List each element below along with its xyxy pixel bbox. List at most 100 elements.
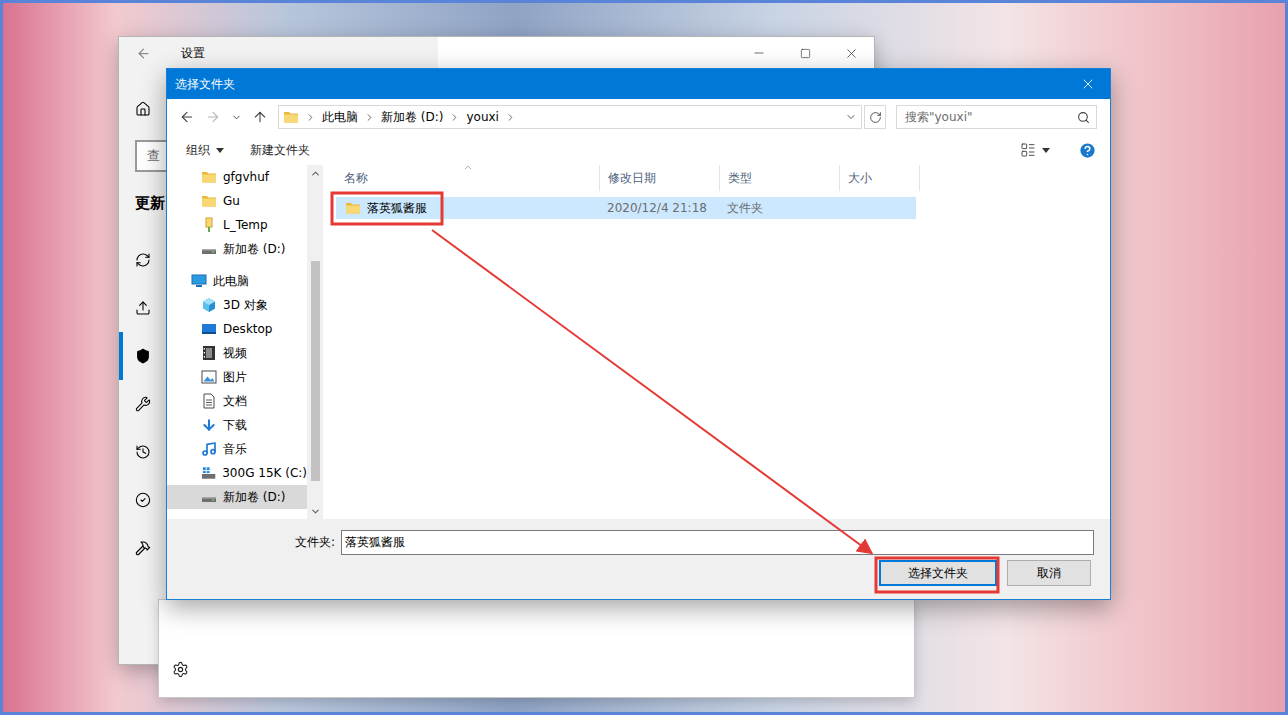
toolbar-button[interactable]: 组织 — [186, 142, 224, 159]
dialog-footer: 文件夹:落英狐酱服选择文件夹取消 — [167, 519, 1110, 599]
back-arrow-icon[interactable] — [136, 46, 151, 61]
separator-icon — [364, 112, 375, 123]
forward-icon — [205, 109, 221, 125]
select-folder-button[interactable]: 选择文件夹 — [879, 560, 997, 586]
file-row[interactable]: 落英狐酱服2020/12/4 21:18文件夹 — [336, 197, 916, 219]
tree-item[interactable]: 3D 对象 — [167, 293, 307, 317]
tree-item[interactable]: 新加卷 (D:) — [167, 485, 307, 509]
refresh-button[interactable] — [864, 105, 886, 129]
scroll-up-icon — [310, 168, 321, 179]
breadcrumb-item[interactable]: 新加卷 (D:) — [381, 109, 443, 126]
tree-item[interactable]: 300G 15K (C:) — [167, 461, 307, 485]
toolbar: 组织 新建文件夹 — [167, 135, 1110, 165]
gear-icon[interactable] — [172, 661, 189, 678]
minimize-button[interactable] — [736, 37, 782, 69]
close-icon — [1080, 76, 1096, 92]
tree-item[interactable]: 文档 — [167, 389, 307, 413]
tree-item[interactable]: 音乐 — [167, 437, 307, 461]
address-folder-icon — [283, 110, 299, 124]
tree-item[interactable]: gfgvhuf — [167, 165, 307, 189]
dialog-body: gfgvhufGuL_Temp新加卷 (D:)此电脑3D 对象Desktop视频… — [167, 165, 1110, 519]
breadcrumb-item[interactable]: 此电脑 — [322, 109, 358, 126]
annotation-arrow — [432, 230, 870, 552]
document-icon — [201, 393, 217, 409]
tree-item[interactable]: 下载 — [167, 413, 307, 437]
scrollbar[interactable] — [307, 165, 323, 519]
sort-icon — [462, 162, 473, 173]
cube-icon — [201, 297, 217, 313]
column-header: 名称修改日期类型大小 — [336, 165, 1110, 191]
folder-icon — [201, 194, 217, 208]
tree-item[interactable]: 视频 — [167, 341, 307, 365]
video-icon — [201, 345, 217, 361]
file-size — [839, 198, 913, 218]
minimize-icon — [752, 46, 766, 60]
special-folder-icon — [201, 217, 217, 233]
column-header-cell[interactable]: 大小 — [840, 165, 920, 191]
drive-icon — [201, 489, 217, 505]
view-button[interactable] — [1020, 142, 1050, 158]
folder-field-row: 文件夹:落英狐酱服 — [167, 530, 1094, 555]
desktop: 设置查更新选择文件夹此电脑新加卷 (D:)youxi搜索"youxi"组织新建文… — [0, 0, 1288, 715]
cancel-button[interactable]: 取消 — [1007, 560, 1091, 586]
search-box[interactable]: 搜索"youxi" — [896, 105, 1097, 129]
tools-icon — [135, 540, 151, 556]
music-icon — [201, 441, 217, 457]
highlight-box — [332, 193, 442, 224]
scroll-down-icon — [310, 506, 321, 517]
scroll-thumb[interactable] — [311, 261, 320, 481]
tree-item[interactable]: 新加卷 (D:) — [167, 237, 307, 261]
wrench-icon — [135, 396, 151, 412]
tree-item[interactable]: Gu — [167, 189, 307, 213]
tree-item[interactable]: 此电脑 — [167, 269, 307, 293]
forward-button[interactable] — [205, 109, 221, 125]
drive-icon — [201, 241, 217, 257]
chevron-down-icon — [231, 112, 242, 123]
check-icon — [135, 492, 151, 508]
separator-icon — [449, 112, 460, 123]
column-header-cell[interactable]: 类型 — [720, 165, 840, 191]
home-icon — [135, 101, 151, 117]
folder-icon — [345, 201, 361, 215]
chevron-down-icon[interactable] — [845, 111, 857, 123]
back-button[interactable] — [179, 109, 195, 125]
dropdown-icon — [216, 148, 224, 153]
recent-button[interactable] — [231, 112, 242, 123]
dialog-title: 选择文件夹 — [175, 76, 235, 93]
address-bar[interactable]: 此电脑 新加卷 (D:) youxi — [278, 105, 862, 129]
close-button[interactable] — [828, 37, 874, 69]
tree-item[interactable]: Desktop — [167, 317, 307, 341]
settings-title: 设置 — [181, 45, 205, 62]
maximize-button[interactable] — [782, 37, 828, 69]
help-icon[interactable] — [1078, 141, 1097, 160]
download-icon — [201, 417, 217, 433]
view-icon — [1020, 142, 1036, 158]
dialog-close-button[interactable] — [1066, 69, 1110, 99]
button-row: 选择文件夹取消 — [167, 560, 1094, 586]
file-name: 落英狐酱服 — [337, 198, 599, 218]
window-controls — [438, 37, 874, 69]
file-list: 名称修改日期类型大小落英狐酱服2020/12/4 21:18文件夹 — [326, 165, 1110, 519]
settings-header: 设置 — [119, 37, 438, 69]
up-icon — [252, 109, 268, 125]
separator-icon — [305, 112, 316, 123]
delivery-icon — [135, 300, 151, 316]
scroll-down-button[interactable] — [307, 503, 323, 519]
up-button[interactable] — [252, 109, 268, 125]
desktop-icon — [201, 321, 217, 337]
maximize-icon — [800, 48, 811, 59]
toolbar-button[interactable]: 新建文件夹 — [250, 142, 310, 159]
column-header-cell[interactable]: 修改日期 — [600, 165, 720, 191]
settings-panel — [159, 600, 914, 697]
scroll-up-button[interactable] — [307, 165, 323, 181]
column-header-cell[interactable]: 名称 — [336, 165, 600, 191]
picture-icon — [201, 369, 217, 385]
tree-item[interactable]: 图片 — [167, 365, 307, 389]
tree-item[interactable]: L_Temp — [167, 213, 307, 237]
refresh-icon — [869, 111, 882, 124]
breadcrumb-item[interactable]: youxi — [466, 110, 498, 124]
folder-field[interactable]: 落英狐酱服 — [341, 530, 1094, 555]
folder-tree: gfgvhufGuL_Temp新加卷 (D:)此电脑3D 对象Desktop视频… — [167, 165, 307, 519]
history-icon — [135, 444, 151, 460]
file-type: 文件夹 — [719, 198, 839, 218]
